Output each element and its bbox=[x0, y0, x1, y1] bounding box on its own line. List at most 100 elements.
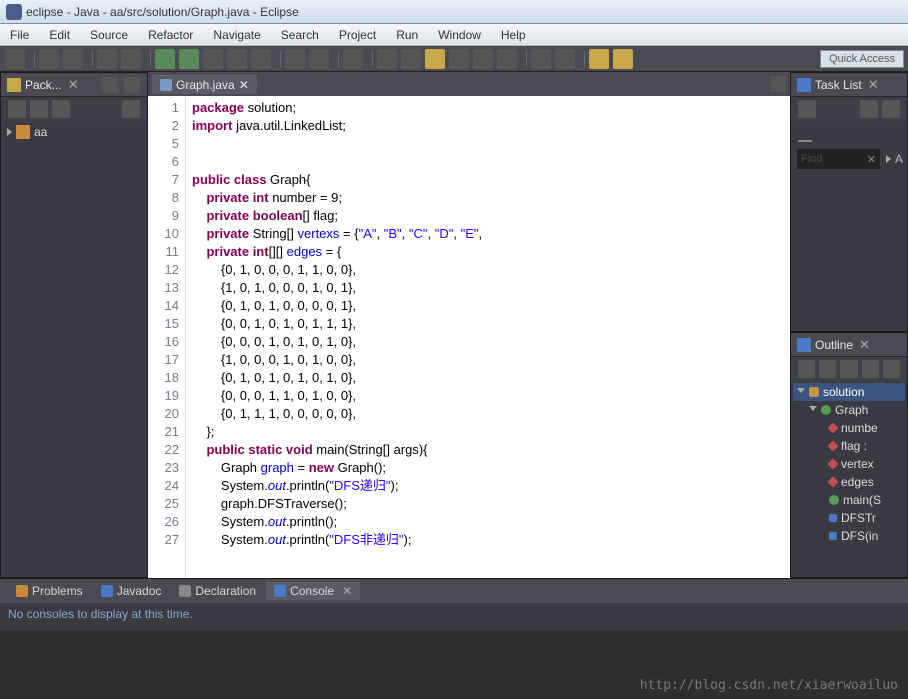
main-toolbar: Quick Access bbox=[0, 46, 908, 72]
outline-item[interactable]: vertex bbox=[793, 455, 905, 473]
separator bbox=[333, 50, 339, 68]
tab-declaration[interactable]: Declaration bbox=[171, 582, 264, 600]
run-last-button[interactable] bbox=[203, 49, 223, 69]
menu-help[interactable]: Help bbox=[491, 28, 536, 42]
maximize-editor-icon[interactable] bbox=[770, 76, 786, 92]
menu-file[interactable]: File bbox=[0, 28, 39, 42]
collapse-icon[interactable] bbox=[798, 124, 812, 142]
task-list-title: Task List bbox=[815, 78, 862, 92]
maximize-icon[interactable] bbox=[124, 77, 140, 93]
new-package-button[interactable] bbox=[285, 49, 305, 69]
menu-search[interactable]: Search bbox=[271, 28, 329, 42]
window-title: eclipse - Java - aa/src/solution/Graph.j… bbox=[26, 5, 299, 19]
clear-icon[interactable]: ✕ bbox=[867, 153, 876, 166]
window-titlebar: eclipse - Java - aa/src/solution/Graph.j… bbox=[0, 0, 908, 24]
menu-source[interactable]: Source bbox=[80, 28, 138, 42]
find-placeholder: Find bbox=[801, 153, 822, 165]
expand-icon[interactable] bbox=[886, 155, 891, 163]
run-button[interactable] bbox=[179, 49, 199, 69]
new-button[interactable] bbox=[5, 49, 25, 69]
watermark: http://blog.csdn.net/xiaerwoailuo bbox=[640, 678, 898, 693]
open-type-button[interactable] bbox=[343, 49, 363, 69]
focus-icon[interactable] bbox=[52, 100, 70, 118]
save-button[interactable] bbox=[39, 49, 59, 69]
menu-run[interactable]: Run bbox=[386, 28, 428, 42]
hide-local-icon[interactable] bbox=[883, 360, 900, 378]
outline-title: Outline bbox=[815, 338, 853, 352]
view-menu-icon[interactable] bbox=[882, 100, 900, 118]
hide-fields-icon[interactable] bbox=[819, 360, 836, 378]
bottom-panel: ProblemsJavadocDeclarationConsole✕ No co… bbox=[0, 578, 908, 630]
sort-icon[interactable] bbox=[798, 360, 815, 378]
console-content: No consoles to display at this time. bbox=[0, 603, 908, 625]
collapse-all-icon[interactable] bbox=[8, 100, 26, 118]
outline-tree[interactable]: solutionGraphnumbeflag : vertexedgesmain… bbox=[791, 381, 907, 547]
pin-button[interactable] bbox=[497, 49, 517, 69]
outline-item[interactable]: DFSTr bbox=[793, 509, 905, 527]
prev-annotation-button[interactable] bbox=[555, 49, 575, 69]
debug-button[interactable] bbox=[155, 49, 175, 69]
close-icon[interactable]: ✕ bbox=[68, 77, 79, 93]
close-icon[interactable]: ✕ bbox=[868, 77, 879, 93]
project-item[interactable]: aa bbox=[7, 125, 141, 139]
toggle-mark-button[interactable] bbox=[425, 49, 445, 69]
close-icon[interactable]: ✕ bbox=[239, 78, 249, 92]
hide-static-icon[interactable] bbox=[840, 360, 857, 378]
categorize-icon[interactable] bbox=[860, 100, 878, 118]
quick-access[interactable]: Quick Access bbox=[820, 50, 904, 68]
task-list-panel: Task List ✕ Find ✕ A bbox=[790, 72, 908, 332]
outline-item[interactable]: Graph bbox=[793, 401, 905, 419]
annotation-button[interactable] bbox=[401, 49, 421, 69]
back-button[interactable] bbox=[589, 49, 609, 69]
outline-item[interactable]: solution bbox=[793, 383, 905, 401]
activate-label: A bbox=[895, 152, 903, 166]
separator bbox=[87, 50, 93, 68]
menu-refactor[interactable]: Refactor bbox=[138, 28, 203, 42]
tab-javadoc[interactable]: Javadoc bbox=[93, 582, 170, 600]
next-annotation-button[interactable] bbox=[531, 49, 551, 69]
java-file-icon bbox=[160, 79, 172, 91]
save-all-button[interactable] bbox=[63, 49, 83, 69]
code-content[interactable]: package solution;import java.util.Linked… bbox=[186, 96, 790, 578]
project-icon bbox=[16, 125, 30, 139]
package-explorer-panel: Pack... ✕ aa bbox=[0, 72, 148, 578]
minimize-icon[interactable] bbox=[102, 77, 118, 93]
menu-edit[interactable]: Edit bbox=[39, 28, 80, 42]
build-button[interactable] bbox=[97, 49, 117, 69]
menu-window[interactable]: Window bbox=[428, 28, 491, 42]
package-tree[interactable]: aa bbox=[1, 121, 147, 143]
view-menu-icon[interactable] bbox=[122, 100, 140, 118]
tab-problems[interactable]: Problems bbox=[8, 582, 91, 600]
separator bbox=[275, 50, 281, 68]
toggle-block-button[interactable] bbox=[449, 49, 469, 69]
outline-item[interactable]: main(S bbox=[793, 491, 905, 509]
toggle-button[interactable] bbox=[121, 49, 141, 69]
external-tools-button[interactable] bbox=[251, 49, 271, 69]
editor-tab[interactable]: Graph.java ✕ bbox=[152, 75, 257, 94]
expand-icon[interactable] bbox=[7, 128, 12, 136]
link-editor-icon[interactable] bbox=[30, 100, 48, 118]
outline-item[interactable]: DFS(in bbox=[793, 527, 905, 545]
separator bbox=[521, 50, 527, 68]
separator bbox=[29, 50, 35, 68]
search-button[interactable] bbox=[377, 49, 397, 69]
close-icon[interactable]: ✕ bbox=[859, 337, 870, 353]
outline-icon bbox=[797, 338, 811, 352]
outline-item[interactable]: edges bbox=[793, 473, 905, 491]
coverage-button[interactable] bbox=[227, 49, 247, 69]
hide-nonpublic-icon[interactable] bbox=[862, 360, 879, 378]
forward-button[interactable] bbox=[613, 49, 633, 69]
outline-item[interactable]: flag : bbox=[793, 437, 905, 455]
separator bbox=[367, 50, 373, 68]
new-class-button[interactable] bbox=[309, 49, 329, 69]
task-find-input[interactable]: Find ✕ bbox=[797, 149, 880, 169]
project-name: aa bbox=[34, 125, 47, 139]
tab-console[interactable]: Console✕ bbox=[266, 582, 360, 600]
code-editor[interactable]: 1256789101112131415161718192021222324252… bbox=[148, 96, 790, 578]
menu-navigate[interactable]: Navigate bbox=[203, 28, 270, 42]
show-whitespace-button[interactable] bbox=[473, 49, 493, 69]
menu-project[interactable]: Project bbox=[329, 28, 386, 42]
new-task-icon[interactable] bbox=[798, 100, 816, 118]
outline-item[interactable]: numbe bbox=[793, 419, 905, 437]
editor-tab-label: Graph.java bbox=[176, 78, 235, 92]
